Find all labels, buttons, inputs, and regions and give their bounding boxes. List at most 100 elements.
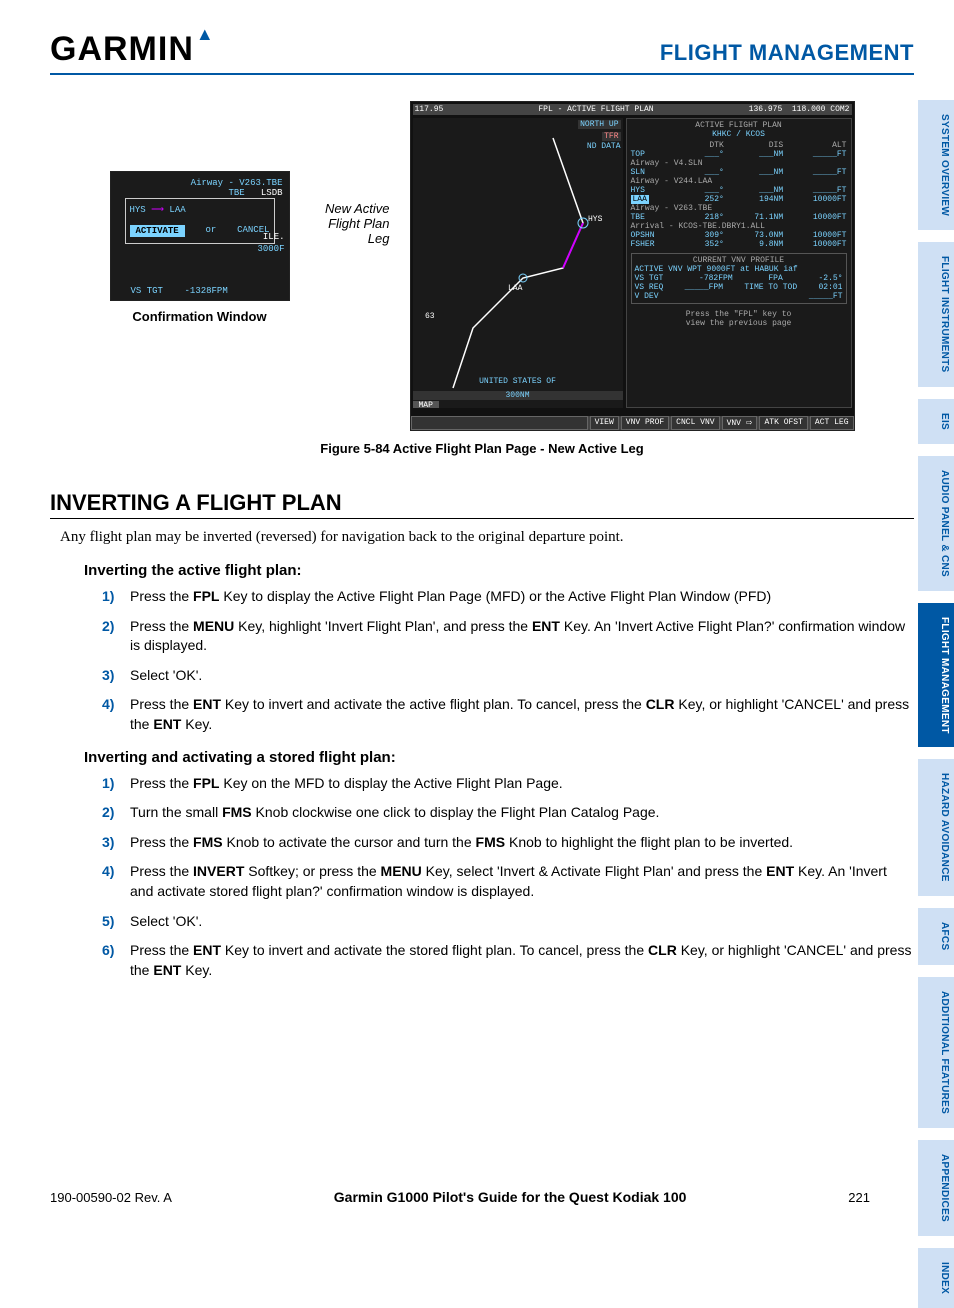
north-up: NORTH UP: [580, 120, 618, 129]
col-dis: DIS: [733, 141, 783, 150]
step-item: 3)Press the FMS Knob to activate the cur…: [102, 833, 914, 853]
vnv3b: _____FPM: [685, 283, 723, 292]
vnv2c: FPA: [768, 274, 782, 283]
fpl-row: FSHER352°9.8NM10000FT: [631, 240, 847, 249]
conf-ile: ILE.: [263, 232, 285, 242]
step-item: 4)Press the ENT Key to invert and activa…: [102, 695, 914, 734]
conf-lsdb: LSDB: [261, 188, 283, 198]
usa-label: UNITED STATES OF: [479, 377, 556, 386]
side-tabs: SYSTEM OVERVIEW FLIGHT INSTRUMENTS EIS A…: [918, 100, 954, 1308]
fpl-group: Airway - V4.SLN: [631, 159, 847, 168]
fpl-row: LAA252°194NM10000FT: [631, 195, 847, 204]
conf-hys: HYS: [130, 205, 146, 215]
fpl-group: Airway - V263.TBE: [631, 204, 847, 213]
conf-airway: Airway - V263.TBE: [191, 178, 283, 188]
steps-active: 1)Press the FPL Key to display the Activ…: [102, 587, 914, 735]
vnv2d: -2.5°: [818, 274, 842, 283]
steps-stored: 1)Press the FPL Key on the MFD to displa…: [102, 774, 914, 981]
mfd-com2: 118.000 COM2: [792, 105, 850, 114]
vnv-active: ACTIVE VNV WPT 9000FT at HABUK iaf: [635, 265, 843, 274]
vnv2b: -782FPM: [699, 274, 733, 283]
heading-inverting: Inverting a Flight Plan: [50, 490, 914, 519]
fpl-row: TBE218°71.1NM10000FT: [631, 213, 847, 222]
mfd-nav1: 117.95: [415, 105, 444, 114]
step-item: 1)Press the FPL Key to display the Activ…: [102, 587, 914, 607]
conf-3000: 3000F: [257, 244, 284, 254]
sk-view: VIEW: [590, 416, 619, 430]
section-title: FLIGHT MANAGEMENT: [660, 40, 914, 66]
step-item: 5)Select 'OK'.: [102, 912, 914, 932]
tab-audio-panel[interactable]: AUDIO PANEL & CNS: [918, 456, 954, 591]
sk-atkofst: ATK OFST: [759, 416, 807, 430]
fpl-row: SLN___°___NM_____FT: [631, 168, 847, 177]
fpl-hint2: view the previous page: [631, 319, 847, 328]
sk-vnvd: VNV ⇨: [722, 416, 758, 430]
page-header: GARMIN ▲ FLIGHT MANAGEMENT: [50, 30, 914, 75]
vnv-hdr: CURRENT VNV PROFILE: [635, 256, 843, 265]
fpl-hdr: ACTIVE FLIGHT PLAN: [631, 121, 847, 130]
footer-page: 221: [848, 1190, 870, 1205]
vnv3a: VS REQ: [635, 283, 664, 292]
mfd-screenshot: 117.95 FPL - ACTIVE FLIGHT PLAN 136.975 …: [410, 101, 855, 431]
confirmation-caption: Confirmation Window: [132, 309, 266, 324]
col-alt: ALT: [792, 141, 846, 150]
mfd-title: FPL - ACTIVE FLIGHT PLAN: [538, 105, 653, 114]
sk-actleg: ACT LEG: [810, 416, 854, 430]
confirmation-window-screenshot: Airway - V263.TBE TBE LSDB HYS ⟶ LAA ACT…: [110, 171, 290, 301]
new-active-leg-label: New Active Flight Plan Leg: [310, 201, 390, 246]
tab-system-overview[interactable]: SYSTEM OVERVIEW: [918, 100, 954, 230]
step-item: 3)Select 'OK'.: [102, 666, 914, 686]
fpl-group: Arrival - KCOS-TBE.DBRY1.ALL: [631, 222, 847, 231]
fpl-row: TOP___°___NM_____FT: [631, 150, 847, 159]
subhead-stored: Inverting and activating a stored flight…: [84, 749, 914, 766]
figure-block: Airway - V263.TBE TBE LSDB HYS ⟶ LAA ACT…: [50, 101, 914, 431]
tab-index[interactable]: INDEX: [918, 1248, 954, 1308]
step-item: 4)Press the INVERT Softkey; or press the…: [102, 862, 914, 901]
tab-appendices[interactable]: APPENDICES: [918, 1140, 954, 1236]
tab-hazard-avoidance[interactable]: HAZARD AVOIDANCE: [918, 759, 954, 896]
sk-vnvprof: VNV PROF: [621, 416, 669, 430]
conf-vstgt-val: -1328FPM: [185, 286, 228, 296]
nd-data: ND DATA: [587, 142, 621, 151]
svg-text:LAA: LAA: [508, 284, 523, 293]
vnv4b: _____FT: [809, 292, 843, 301]
fpl-row: OPSHN309°73.0NM10000FT: [631, 231, 847, 240]
conf-laa: LAA: [169, 205, 185, 215]
map-scale: 300NM: [505, 391, 529, 400]
conf-tbe: TBE: [228, 188, 244, 198]
conf-vstgt-lbl: VS TGT: [131, 286, 163, 296]
mfd-softkeys: VIEW VNV PROF CNCL VNV VNV ⇨ ATK OFST AC…: [411, 416, 854, 430]
step-item: 2)Press the MENU Key, highlight 'Invert …: [102, 617, 914, 656]
fpl-route: KHKC / KCOS: [712, 130, 765, 139]
fpl-group: Airway - V244.LAA: [631, 177, 847, 186]
figure-caption: Figure 5-84 Active Flight Plan Page - Ne…: [50, 441, 914, 456]
footer-title: Garmin G1000 Pilot's Guide for the Quest…: [334, 1189, 687, 1205]
subhead-active: Inverting the active flight plan:: [84, 562, 914, 579]
conf-activate: ACTIVATE: [130, 225, 185, 237]
tab-additional-features[interactable]: ADDITIONAL FEATURES: [918, 977, 954, 1128]
vnv3d: 02:01: [818, 283, 842, 292]
garmin-logo: GARMIN ▲: [50, 30, 215, 69]
tab-flight-instruments[interactable]: FLIGHT INSTRUMENTS: [918, 242, 954, 387]
vnv2a: VS TGT: [635, 274, 664, 283]
intro-paragraph: Any flight plan may be inverted (reverse…: [60, 529, 914, 546]
mfd-com1: 136.975: [749, 105, 783, 114]
svg-text:63: 63: [425, 312, 435, 321]
tab-eis[interactable]: EIS: [918, 399, 954, 444]
fpl-hint1: Press the "FPL" key to: [631, 310, 847, 319]
tab-afcs[interactable]: AFCS: [918, 908, 954, 964]
logo-text: GARMIN: [50, 30, 194, 69]
step-item: 6)Press the ENT Key to invert and activa…: [102, 941, 914, 980]
map-label: MAP: [419, 401, 433, 408]
vnv3c: TIME TO TOD: [744, 283, 797, 292]
mfd-map: NORTH UP TFR ND DATA HYS LAA 63 UNITED S…: [413, 118, 623, 408]
logo-triangle-icon: ▲: [196, 24, 215, 45]
tab-flight-management[interactable]: FLIGHT MANAGEMENT: [918, 603, 954, 748]
sk-cnclvnv: CNCL VNV: [671, 416, 719, 430]
col-dtk: DTK: [688, 141, 724, 150]
footer-rev: 190-00590-02 Rev. A: [50, 1190, 172, 1205]
tfr: TFR: [604, 132, 618, 141]
conf-or: or: [206, 225, 217, 237]
mfd-fpl-panel: ACTIVE FLIGHT PLAN KHKC / KCOS DTK DIS A…: [626, 118, 852, 408]
step-item: 2)Turn the small FMS Knob clockwise one …: [102, 803, 914, 823]
